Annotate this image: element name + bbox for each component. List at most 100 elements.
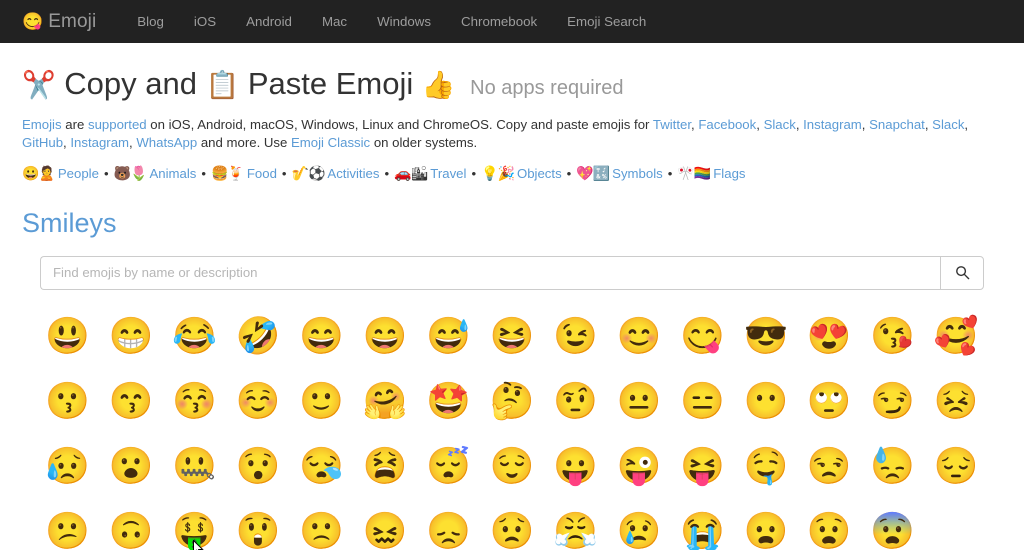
emoji-cell[interactable]: 😍 xyxy=(798,304,861,369)
emoji-cell[interactable]: 😜 xyxy=(607,434,670,499)
emoji-cell[interactable]: 😏 xyxy=(861,369,924,434)
link-instagram-2[interactable]: Instagram xyxy=(70,135,129,150)
emoji-cell[interactable]: 🤐 xyxy=(163,434,226,499)
emoji-cell[interactable]: 😛 xyxy=(544,434,607,499)
emoji-cell[interactable]: 🙂 xyxy=(290,369,353,434)
emoji-cell[interactable]: 😗 xyxy=(36,369,99,434)
category-link-symbols[interactable]: Symbols xyxy=(612,166,663,181)
emoji-cell[interactable]: 😭 xyxy=(671,499,734,550)
emoji-cell[interactable]: 😌 xyxy=(480,434,543,499)
nav-item-emoji-search[interactable]: Emoji Search xyxy=(552,14,661,29)
emoji-cell[interactable]: 😕 xyxy=(36,499,99,550)
emoji-cell[interactable]: 😮 xyxy=(99,434,162,499)
nav-item-android[interactable]: Android xyxy=(231,14,307,29)
emoji-cell[interactable]: 🙁 xyxy=(290,499,353,550)
emoji-cell[interactable]: 🤣 xyxy=(226,304,289,369)
emoji-cell[interactable]: 😚 xyxy=(163,369,226,434)
emoji-cell[interactable]: 😦 xyxy=(734,499,797,550)
emoji-cell[interactable]: 😔 xyxy=(925,434,988,499)
emoji-cell[interactable]: 🤑 xyxy=(163,499,226,550)
category-link-flags[interactable]: Flags xyxy=(713,166,745,181)
emoji-cell[interactable]: 😲 xyxy=(226,499,289,550)
link-supported[interactable]: supported xyxy=(88,117,147,132)
emoji-cell[interactable]: 😒 xyxy=(798,434,861,499)
emoji-cell[interactable]: 😄 xyxy=(290,304,353,369)
emoji-cell[interactable]: 😋 xyxy=(671,304,734,369)
emoji-cell[interactable]: 😄 xyxy=(353,304,416,369)
emoji-cell[interactable]: 😫 xyxy=(353,434,416,499)
emoji-cell[interactable]: 😊 xyxy=(607,304,670,369)
emoji-cell[interactable]: 😪 xyxy=(290,434,353,499)
emoji-cell[interactable]: 😎 xyxy=(734,304,797,369)
emoji-cell[interactable]: 😅 xyxy=(417,304,480,369)
emoji-cell[interactable]: 😣 xyxy=(925,369,988,434)
emoji-cell[interactable]: 🙃 xyxy=(99,499,162,550)
emoji-glyph: 😂 xyxy=(172,315,218,357)
emoji-cell[interactable]: 🤔 xyxy=(480,369,543,434)
category-link-travel[interactable]: Travel xyxy=(430,166,466,181)
emoji-cell[interactable]: 😞 xyxy=(417,499,480,550)
emoji-cell[interactable]: 😘 xyxy=(861,304,924,369)
nav-item-blog[interactable]: Blog xyxy=(122,14,179,29)
link-twitter[interactable]: Twitter xyxy=(653,117,691,132)
link-facebook[interactable]: Facebook xyxy=(698,117,756,132)
separator-dot-4: • xyxy=(384,165,390,181)
category-link-food[interactable]: Food xyxy=(247,166,277,181)
emoji-glyph: 😖 xyxy=(362,510,408,550)
emoji-cell[interactable]: 😝 xyxy=(671,434,734,499)
emoji-cell[interactable]: 😖 xyxy=(353,499,416,550)
lede-text-platforms: on iOS, Android, macOS, Windows, Linux a… xyxy=(146,116,653,132)
emoji-cell[interactable]: 😥 xyxy=(36,434,99,499)
emoji-cell[interactable]: 😓 xyxy=(861,434,924,499)
emoji-cell[interactable]: 😃 xyxy=(36,304,99,369)
link-instagram[interactable]: Instagram xyxy=(803,117,862,132)
category-link-activities[interactable]: Activities xyxy=(327,166,379,181)
emoji-cell[interactable]: 😧 xyxy=(798,499,861,550)
emoji-cell[interactable]: 🤤 xyxy=(734,434,797,499)
emoji-cell[interactable]: 😑 xyxy=(671,369,734,434)
emoji-cell[interactable]: 😴 xyxy=(417,434,480,499)
link-snapchat[interactable]: Snapchat xyxy=(869,117,925,132)
search-input[interactable] xyxy=(40,255,940,290)
link-github[interactable]: GitHub xyxy=(22,135,63,150)
emoji-glyph: 🤗 xyxy=(362,380,408,422)
link-emojis[interactable]: Emojis xyxy=(22,117,62,132)
emoji-cell[interactable]: 🤩 xyxy=(417,369,480,434)
category-food-icons: 🍔🍹 xyxy=(210,164,245,181)
search-button[interactable] xyxy=(940,255,984,290)
emoji-cell[interactable]: 😨 xyxy=(861,499,924,550)
link-slack-2[interactable]: Slack xyxy=(932,117,964,132)
nav-item-windows[interactable]: Windows xyxy=(362,14,446,29)
emoji-cell[interactable]: 😙 xyxy=(99,369,162,434)
nav-item-chromebook[interactable]: Chromebook xyxy=(446,14,552,29)
emoji-cell[interactable]: 😶 xyxy=(734,369,797,434)
link-slack[interactable]: Slack xyxy=(764,117,796,132)
brand-label: Emoji xyxy=(48,10,97,32)
emoji-cell[interactable]: 🥰 xyxy=(925,304,988,369)
emoji-cell[interactable]: 😯 xyxy=(226,434,289,499)
emoji-cell[interactable]: 😉 xyxy=(544,304,607,369)
nav-item-mac[interactable]: Mac xyxy=(307,14,362,29)
emoji-cell[interactable]: ☺️ xyxy=(226,369,289,434)
brand-logo-link[interactable]: 😋 Emoji xyxy=(22,11,96,33)
lede-text-are: are xyxy=(61,116,88,132)
emoji-cell[interactable]: 😆 xyxy=(480,304,543,369)
category-link-animals[interactable]: Animals xyxy=(149,166,196,181)
category-link-people[interactable]: People xyxy=(58,166,99,181)
emoji-cell[interactable]: 😐 xyxy=(607,369,670,434)
link-emoji-classic[interactable]: Emoji Classic xyxy=(291,135,370,150)
nav-item-ios[interactable]: iOS xyxy=(179,14,231,29)
link-whatsapp[interactable]: WhatsApp xyxy=(136,135,197,150)
emoji-glyph: 😟 xyxy=(489,510,535,550)
emoji-cell[interactable]: 🤨 xyxy=(544,369,607,434)
emoji-cell[interactable]: 😢 xyxy=(607,499,670,550)
emoji-cell[interactable]: 😤 xyxy=(544,499,607,550)
emoji-cell[interactable]: 🤗 xyxy=(353,369,416,434)
category-link-objects[interactable]: Objects xyxy=(517,166,562,181)
emoji-cell[interactable]: 🙄 xyxy=(798,369,861,434)
emoji-cell[interactable]: 😟 xyxy=(480,499,543,550)
emoji-cell[interactable]: 😂 xyxy=(163,304,226,369)
emoji-cell[interactable]: 😁 xyxy=(99,304,162,369)
separator-dot-1: • xyxy=(103,165,109,181)
emoji-glyph: ☺️ xyxy=(235,380,281,422)
